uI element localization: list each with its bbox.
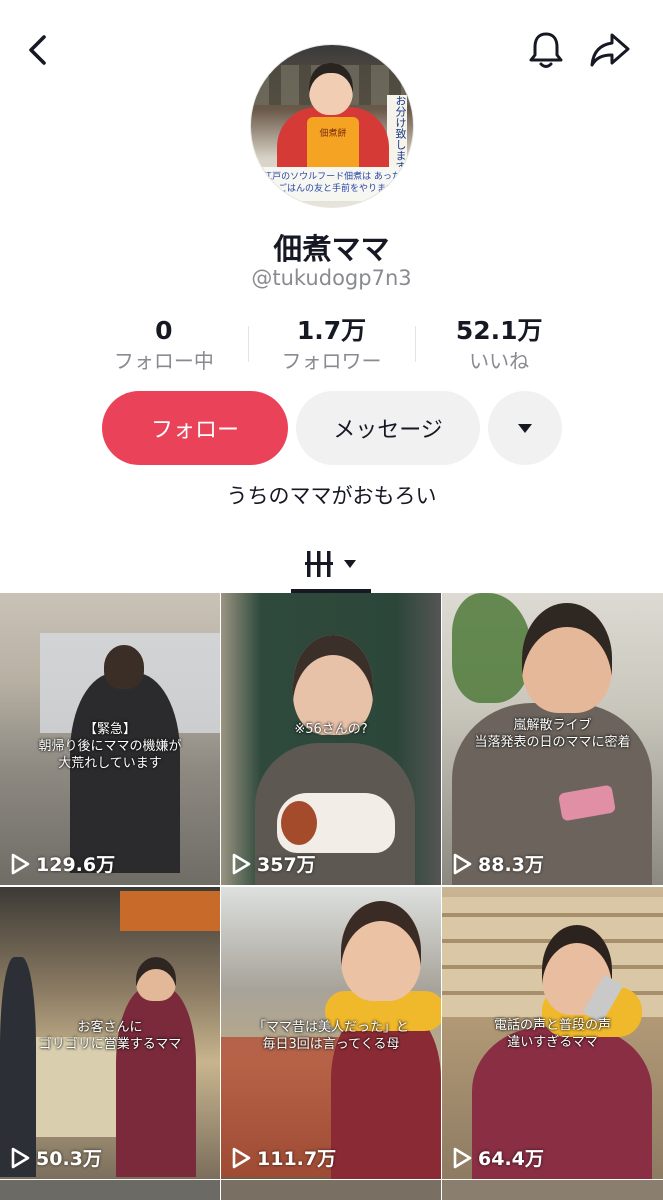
view-count-text: 111.7万 [257,1148,337,1170]
play-icon [232,1147,251,1168]
video-thumbnail[interactable]: ※56さんの? 357万 [221,593,441,885]
view-count: 88.3万 [452,850,544,877]
thumbnail-sign [120,891,220,931]
caret-down-icon [344,560,356,568]
view-count: 111.7万 [231,1144,336,1171]
video-thumbnail-partial[interactable] [0,1180,220,1200]
thumbnail-head [104,645,144,689]
thumbnail-head [341,901,421,1001]
video-caption: 電話の声と普段の声 違いすぎるママ [493,1018,611,1050]
profile-bio: うちのママがおもろい [226,484,437,508]
message-button[interactable]: メッセージ [296,391,480,465]
video-thumbnail[interactable]: 嵐解散ライブ 当落発表の日のママに密着 88.3万 [442,593,663,885]
stat-followers-value: 1.7万 [296,316,367,345]
video-caption: ※56さんの? [294,722,368,737]
thumbnail-head [136,957,176,1001]
stat-followers-label: フォロワー [281,349,382,373]
thumbnail-head [293,635,373,735]
profile-actions: フォロー メッセージ [102,391,562,465]
stat-following-label: フォロー中 [113,349,214,373]
stat-following[interactable]: 0 フォロー中 [80,314,248,376]
stat-likes[interactable]: 52.1万 いいね [415,314,583,376]
video-grid-next-row [0,1180,663,1200]
play-icon [453,1147,472,1168]
video-thumbnail[interactable]: 電話の声と普段の声 違いすぎるママ 64.4万 [442,887,663,1179]
back-button[interactable] [14,26,62,74]
video-thumbnail-partial[interactable] [221,1180,441,1200]
profile-name: 佃煮ママ [273,232,390,266]
stat-likes-label: いいね [469,349,530,373]
video-thumbnail[interactable]: 「ママ昔は美人だった」と 毎日3回は言ってくる母 111.7万 [221,887,441,1179]
view-count-text: 88.3万 [478,854,544,876]
video-thumbnail[interactable]: お客さんに ゴリゴリに営業するママ 50.3万 [0,887,220,1179]
video-caption: 【緊急】 朝帰り後にママの機嫌が 大荒れしています [38,722,182,771]
stat-followers[interactable]: 1.7万 フォロワー [247,314,416,376]
share-button[interactable] [586,26,634,74]
play-icon [453,853,472,874]
tab-videos[interactable] [290,538,372,590]
avatar[interactable]: お分け致します 佃煮餅 江戸のソウルフード佃煮は あったかごはんの友と手前をやり… [250,44,414,208]
chevron-left-icon [29,35,46,65]
view-count-text: 129.6万 [36,854,116,876]
notifications-button[interactable] [522,26,570,74]
thumbnail-sweater-dog-ear [281,801,317,845]
avatar-side-sign: お分け致します [387,95,407,175]
view-count-text: 357万 [257,854,316,876]
profile-handle: @tukudogp7n3 [251,266,412,290]
bell-icon [529,32,563,68]
avatar-face [309,63,353,115]
caret-down-icon [518,424,532,433]
grid-icon [305,551,333,577]
video-thumbnail-partial[interactable] [442,1180,663,1200]
video-grid: 【緊急】 朝帰り後にママの機嫌が 大荒れしています 129.6万 ※56さんの?… [0,593,663,1179]
play-icon [11,1147,30,1168]
stat-likes-value: 52.1万 [455,316,543,345]
video-caption: 「ママ昔は美人だった」と 毎日3回は言ってくる母 [252,1020,409,1052]
stat-following-value: 0 [155,316,173,345]
video-thumbnail[interactable]: 【緊急】 朝帰り後にママの機嫌が 大荒れしています 129.6万 [0,593,220,885]
view-count-text: 50.3万 [36,1148,102,1170]
view-count-text: 64.4万 [478,1148,544,1170]
avatar-apron-text: 佃煮餅 [319,129,347,139]
follow-button[interactable]: フォロー [102,391,288,465]
thumbnail-head [522,603,612,713]
profile-stats: 0 フォロー中 1.7万 フォロワー 52.1万 いいね [80,314,583,376]
play-icon [11,853,30,874]
share-arrow-icon [590,33,630,67]
play-icon [232,853,251,874]
view-count: 50.3万 [10,1144,102,1171]
view-count: 129.6万 [10,850,115,877]
video-caption: 嵐解散ライブ 当落発表の日のママに密着 [474,718,631,750]
thumbnail-person [70,673,180,873]
more-options-button[interactable] [488,391,562,465]
avatar-banner: 江戸のソウルフード佃煮は あったかごはんの友と手前をやります [259,167,405,201]
content-tab-bar [0,538,663,594]
view-count: 64.4万 [452,1144,544,1171]
video-caption: お客さんに ゴリゴリに営業するママ [38,1020,182,1052]
view-count: 357万 [231,850,316,877]
thumbnail-person [116,987,196,1177]
